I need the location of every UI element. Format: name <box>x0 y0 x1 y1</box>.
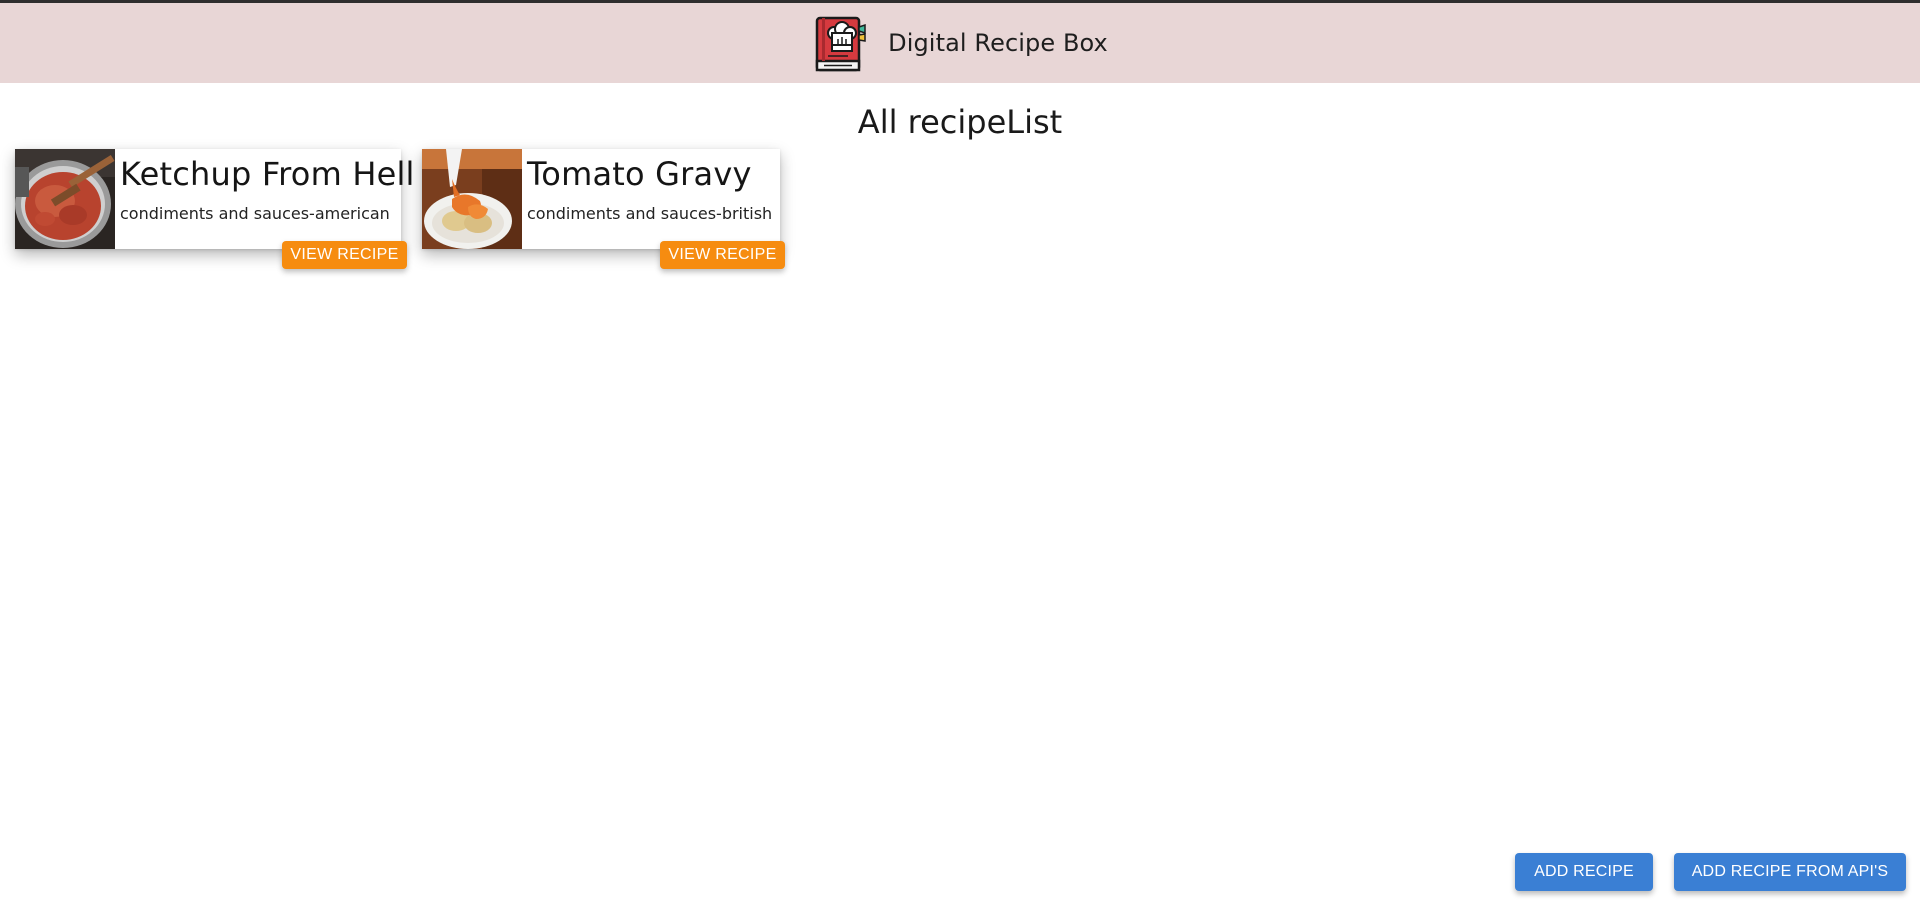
recipe-category: condiments and sauces-british <box>527 204 773 223</box>
recipe-card-ketchup-from-hell[interactable]: Ketchup From Hell condiments and sauces-… <box>15 149 414 269</box>
plated-gravy-photo <box>422 149 522 249</box>
add-recipe-from-api-button[interactable]: ADD RECIPE FROM API'S <box>1674 853 1906 891</box>
add-recipe-button[interactable]: ADD RECIPE <box>1515 853 1653 891</box>
recipe-title[interactable]: Ketchup From Hell <box>120 155 415 193</box>
app-title: Digital Recipe Box <box>888 29 1108 57</box>
recipe-list: Ketchup From Hell condiments and sauces-… <box>15 149 1915 309</box>
recipe-book-chef-hat-icon <box>815 16 866 72</box>
view-recipe-button[interactable]: VIEW RECIPE <box>282 241 407 269</box>
recipe-title[interactable]: Tomato Gravy <box>527 155 752 193</box>
view-recipe-button[interactable]: VIEW RECIPE <box>660 241 785 269</box>
app-header: Digital Recipe Box <box>0 3 1920 83</box>
recipe-category: condiments and sauces-american <box>120 204 390 223</box>
recipe-card-tomato-gravy[interactable]: Tomato Gravy condiments and sauces-briti… <box>422 149 785 269</box>
brand[interactable]: Digital Recipe Box <box>812 13 1108 73</box>
page-title: All recipeList <box>857 103 1063 141</box>
pot-of-sauce-photo <box>15 149 115 249</box>
